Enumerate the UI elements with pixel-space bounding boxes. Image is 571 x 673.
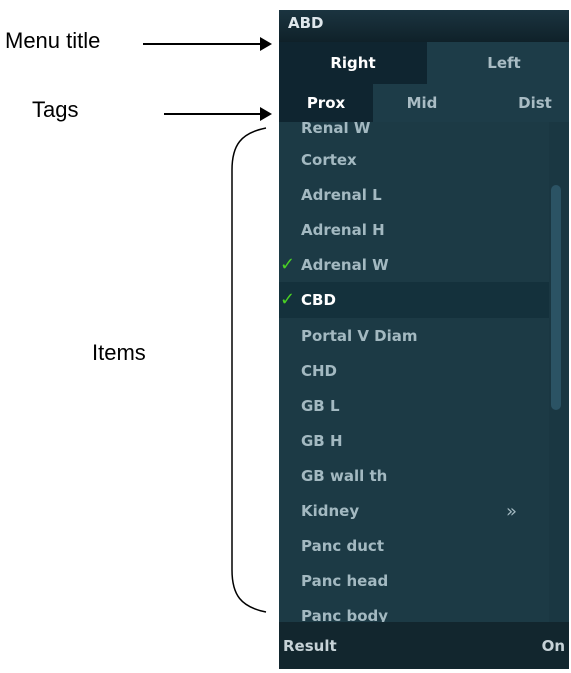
tab-right-label: Right: [330, 54, 376, 72]
item-label: Adrenal H: [301, 221, 385, 239]
list-item-adrenal-w[interactable]: ✓ Adrenal W: [279, 247, 549, 283]
item-label: Cortex: [301, 151, 357, 169]
list-item-gb-l[interactable]: GB L: [279, 388, 549, 424]
items-bracket: [231, 127, 267, 613]
item-label: Panc duct: [301, 537, 384, 555]
list-item-kidney[interactable]: Kidney »: [279, 493, 549, 529]
list-item-panc-body[interactable]: Panc body: [279, 598, 549, 622]
result-toggle[interactable]: On: [542, 637, 565, 655]
item-label: Portal V Diam: [301, 327, 418, 345]
list-item-chd[interactable]: CHD: [279, 353, 549, 389]
list-item-gb-h[interactable]: GB H: [279, 423, 549, 459]
item-label: Adrenal W: [301, 256, 389, 274]
tags-tabs: Prox Mid Dist: [279, 84, 569, 122]
measurement-menu-panel: ABD Right Left Prox Mid Dist Renal W Cor…: [279, 10, 569, 669]
item-label: GB wall th: [301, 467, 388, 485]
item-label: CBD: [301, 291, 336, 309]
list-item-panc-head[interactable]: Panc head: [279, 563, 549, 599]
items-annotation: Items: [92, 340, 146, 365]
item-label: Kidney: [301, 502, 360, 520]
list-item-panc-duct[interactable]: Panc duct: [279, 528, 549, 564]
items-list: Renal W Cortex Adrenal L Adrenal H ✓ Adr…: [279, 122, 569, 622]
list-item-portal-v-diam[interactable]: Portal V Diam: [279, 318, 549, 354]
scrollbar-thumb[interactable]: [551, 185, 561, 410]
menu-title: ABD: [279, 10, 569, 42]
side-tabs: Right Left: [279, 42, 569, 84]
tag-prox-label: Prox: [306, 94, 346, 112]
status-bar: Result On: [279, 622, 569, 669]
item-label: Renal W: [301, 122, 371, 137]
list-item-cortex[interactable]: Cortex: [279, 142, 549, 178]
tab-left-label: Left: [487, 54, 521, 72]
menu-title-arrow: [143, 37, 272, 51]
list-item-gb-wall-th[interactable]: GB wall th: [279, 458, 549, 494]
menu-title-annotation: Menu title: [5, 28, 101, 53]
list-item-adrenal-h[interactable]: Adrenal H: [279, 212, 549, 248]
item-label: CHD: [301, 362, 338, 380]
tag-dist[interactable]: Dist: [471, 84, 569, 122]
check-icon: ✓: [280, 254, 296, 275]
tag-mid[interactable]: Mid: [373, 84, 471, 122]
submenu-arrow-icon: »: [505, 501, 517, 522]
item-label: Adrenal L: [301, 186, 382, 204]
list-item-adrenal-l[interactable]: Adrenal L: [279, 177, 549, 213]
result-label: Result: [283, 636, 337, 655]
check-icon: ✓: [280, 289, 296, 310]
list-item-cbd[interactable]: ✓ CBD: [279, 282, 549, 318]
item-label: GB L: [301, 397, 340, 415]
tag-dist-label: Dist: [518, 94, 552, 112]
tab-right[interactable]: Right: [279, 42, 427, 84]
item-label: Panc head: [301, 572, 389, 590]
tag-mid-label: Mid: [406, 94, 438, 112]
item-label: Panc body: [301, 607, 389, 622]
tags-arrow: [164, 107, 272, 121]
tab-left[interactable]: Left: [427, 42, 569, 84]
item-label: GB H: [301, 432, 343, 450]
tag-prox[interactable]: Prox: [279, 84, 373, 122]
tags-annotation: Tags: [32, 97, 79, 122]
